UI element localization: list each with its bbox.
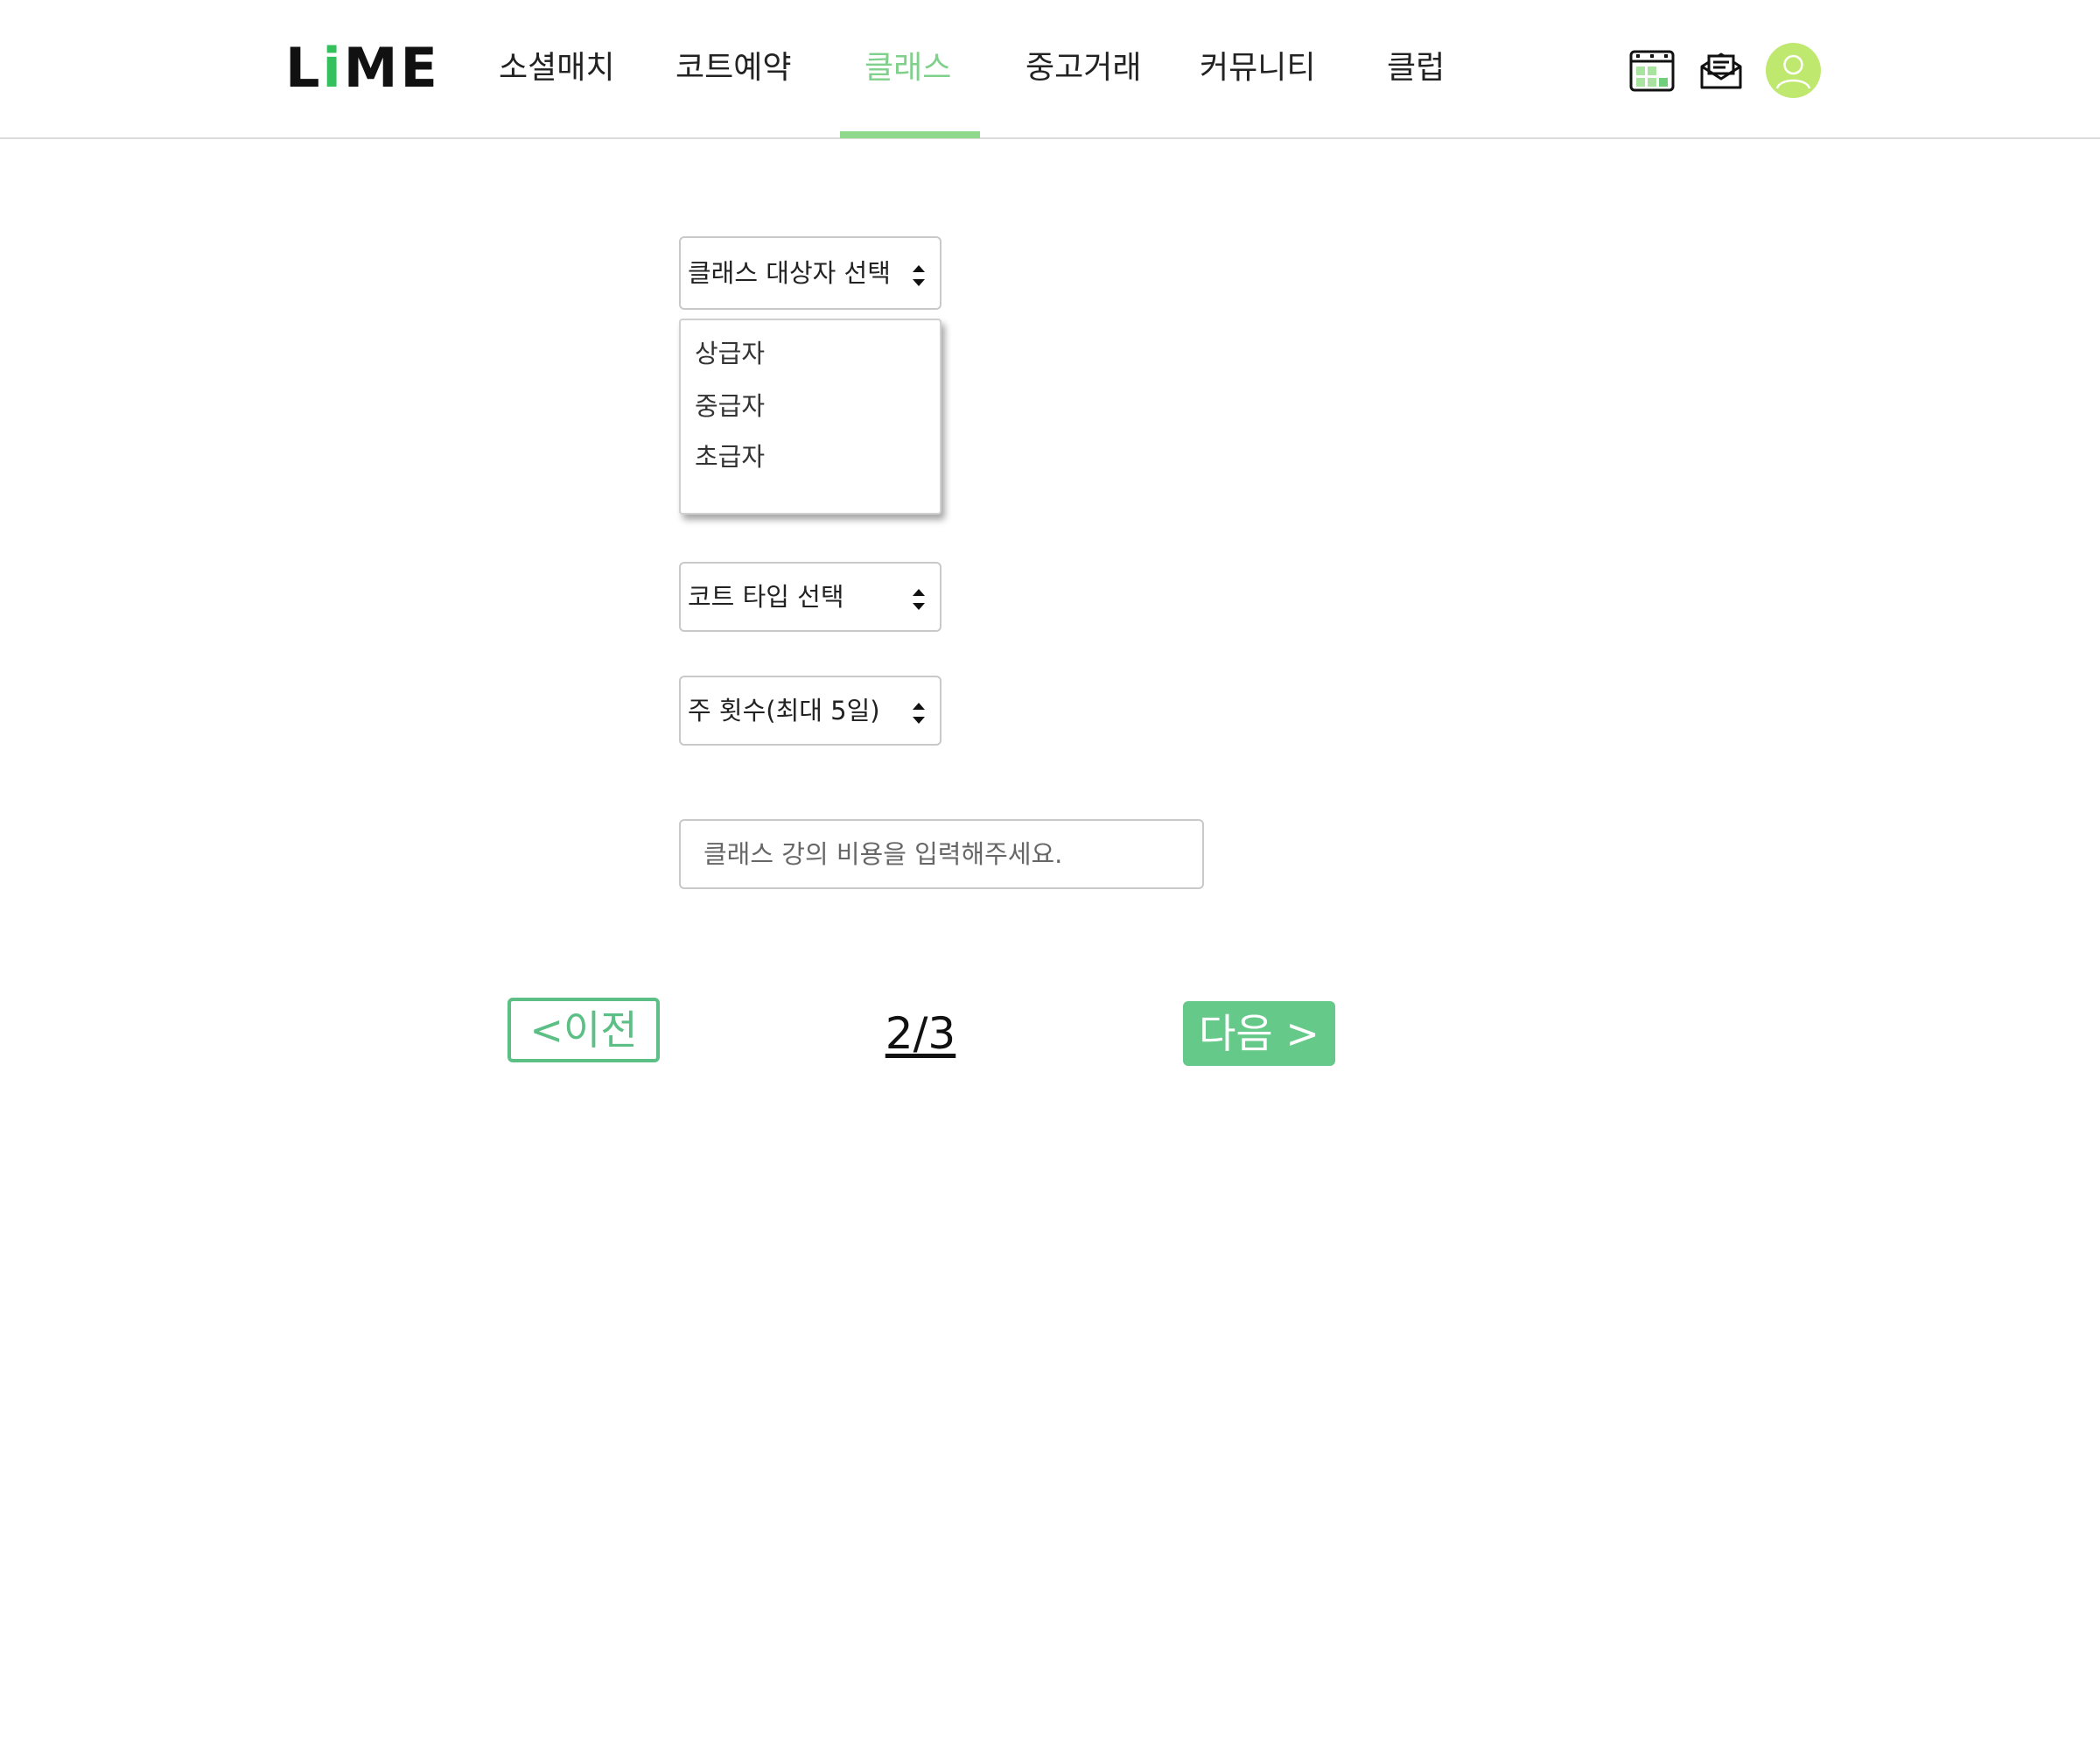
court-type-select[interactable]: 코트 타입 선택 [679,562,942,632]
weekly-count-select-label: 주 횟수(최대 5일) [688,696,880,725]
updown-arrows-icon [910,261,928,291]
calendar-icon[interactable] [1629,49,1675,93]
weekly-count-select[interactable]: 주 횟수(최대 5일) [679,676,942,746]
class-target-options: 상급자 중급자 초급자 [679,319,942,515]
top-header: LiME 소셜매치 코트예약 클래스 중고거래 커뮤니티 클럽 [0,0,2100,139]
logo-suffix: ME [343,36,440,100]
class-fee-input[interactable] [679,819,1204,889]
nav-used-trade[interactable]: 중고거래 [1026,42,1141,95]
user-avatar-icon[interactable] [1766,43,1821,98]
previous-button[interactable]: <이전 [508,998,660,1062]
nav-active-underline [840,131,980,138]
class-target-select-label: 클래스 대상자 선택 [688,258,891,288]
option-intermediate[interactable]: 중급자 [695,387,765,425]
updown-arrows-icon [910,585,928,614]
class-target-select[interactable]: 클래스 대상자 선택 [679,236,942,310]
mail-icon[interactable] [1698,49,1744,93]
logo-highlight: i [322,36,344,100]
option-advanced[interactable]: 상급자 [695,334,765,373]
lime-logo[interactable]: LiME [285,37,440,100]
next-button[interactable]: 다음 > [1183,1001,1335,1066]
court-type-select-label: 코트 타입 선택 [688,582,844,612]
logo-prefix: L [285,36,323,100]
updown-arrows-icon [910,698,928,728]
nav-community[interactable]: 커뮤니티 [1200,42,1315,95]
option-beginner[interactable]: 초급자 [695,438,765,476]
nav-club[interactable]: 클럽 [1387,42,1445,95]
nav-social-match[interactable]: 소셜매치 [499,42,614,95]
nav-court-reservation[interactable]: 코트예약 [676,42,791,95]
nav-class[interactable]: 클래스 [864,42,951,95]
step-indicator: 2/3 [885,1008,956,1059]
